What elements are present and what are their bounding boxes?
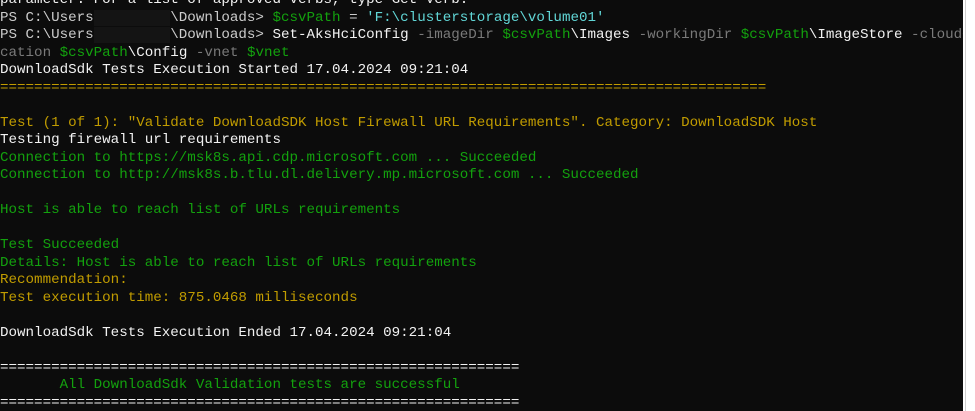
terminal-text: parameter. For a list of approved verbs,… — [0, 0, 469, 8]
terminal-text: 'F:\clusterstorage\volume01' — [366, 9, 605, 26]
terminal-line: Test (1 of 1): "Validate DownloadSDK Hos… — [0, 115, 963, 133]
terminal-text: Test (1 of 1): "Validate DownloadSDK Hos… — [0, 114, 818, 131]
terminal-line: Test execution time: 875.0468 millisecon… — [0, 290, 963, 308]
terminal-text: \Downloads> — [170, 9, 273, 26]
window-right-edge — [963, 0, 975, 411]
terminal-text: Connection to http://msk8s.b.tlu.dl.deli… — [0, 167, 639, 183]
terminal-text: cation — [0, 44, 60, 61]
terminal-text: ========================================… — [0, 359, 520, 376]
terminal-text: $csvPath — [59, 44, 128, 61]
terminal-line: All DownloadSdk Validation tests are suc… — [0, 377, 963, 395]
terminal-line: Recommendation: — [0, 272, 963, 290]
terminal-text: ========================================… — [0, 79, 767, 96]
terminal-text: $csvPath — [740, 27, 809, 43]
terminal-line: PS C:\Users \Downloads> $csvPath = 'F:\c… — [0, 9, 963, 28]
terminal-text: DownloadSdk Tests Execution Started 17.0… — [0, 62, 469, 78]
terminal-text: Host is able to reach list of URLs requi… — [0, 202, 401, 218]
redacted-username — [93, 27, 171, 43]
terminal-text: $csvPath — [502, 27, 571, 43]
terminal-line: ========================================… — [0, 395, 963, 411]
terminal-line: PS C:\Users \Downloads> Set-AksHciConfig… — [0, 27, 963, 45]
terminal-text: Test Succeeded — [0, 237, 120, 253]
terminal-text: PS C:\Users — [0, 9, 94, 26]
divider — [965, 0, 966, 411]
terminal-text: -imageDir — [408, 27, 503, 43]
terminal-text: \Images — [570, 27, 631, 43]
terminal-text: $vnet — [246, 44, 290, 61]
terminal-text: Connection to https://msk8s.api.cdp.micr… — [0, 149, 537, 166]
terminal-output: parameter. For a list of approved verbs,… — [0, 0, 963, 411]
terminal-text: -workingDir — [630, 27, 741, 43]
terminal-line: parameter. For a list of approved verbs,… — [0, 0, 963, 10]
terminal-line: ========================================… — [0, 80, 963, 98]
terminal-line: DownloadSdk Tests Execution Started 17.0… — [0, 62, 963, 80]
terminal-line: cation $csvPath\Config -vnet $vnet — [0, 45, 963, 63]
redacted-username — [93, 9, 171, 26]
terminal-line: Details: Host is able to reach list of U… — [0, 255, 963, 273]
terminal-text: \Downloads> — [170, 27, 273, 43]
terminal-text: Test execution time: 875.0468 millisecon… — [0, 289, 358, 306]
terminal-text: \ImageStore — [808, 27, 903, 43]
terminal-text: -cloudConfigLo — [911, 27, 963, 43]
terminal-text: Details: Host is able to reach list of U… — [0, 254, 477, 271]
terminal-text: All DownloadSdk Validation tests are suc… — [0, 377, 460, 393]
terminal-text: -vnet — [187, 44, 247, 61]
terminal-line: Connection to https://msk8s.api.cdp.micr… — [0, 150, 963, 168]
terminal-line: ========================================… — [0, 360, 963, 378]
terminal-text: = — [340, 9, 367, 26]
terminal-line: Testing firewall url requirements — [0, 132, 963, 150]
terminal-text: PS C:\Users — [0, 27, 94, 43]
terminal-text: DownloadSdk Tests Execution Ended 17.04.… — [0, 324, 452, 341]
terminal-text: Testing firewall url requirements — [0, 132, 281, 148]
terminal-line: Connection to http://msk8s.b.tlu.dl.deli… — [0, 167, 963, 185]
terminal-line: Test Succeeded — [0, 237, 963, 255]
powershell-terminal[interactable]: parameter. For a list of approved verbs,… — [0, 0, 963, 411]
terminal-line: DownloadSdk Tests Execution Ended 17.04.… — [0, 325, 963, 343]
terminal-text: ========================================… — [0, 394, 520, 411]
terminal-line: Host is able to reach list of URLs requi… — [0, 202, 963, 220]
terminal-text: $csvPath — [272, 9, 341, 26]
terminal-text: Recommendation: — [0, 272, 128, 288]
terminal-text: Set-AksHciConfig — [272, 27, 409, 43]
terminal-text: \Config — [127, 44, 188, 61]
